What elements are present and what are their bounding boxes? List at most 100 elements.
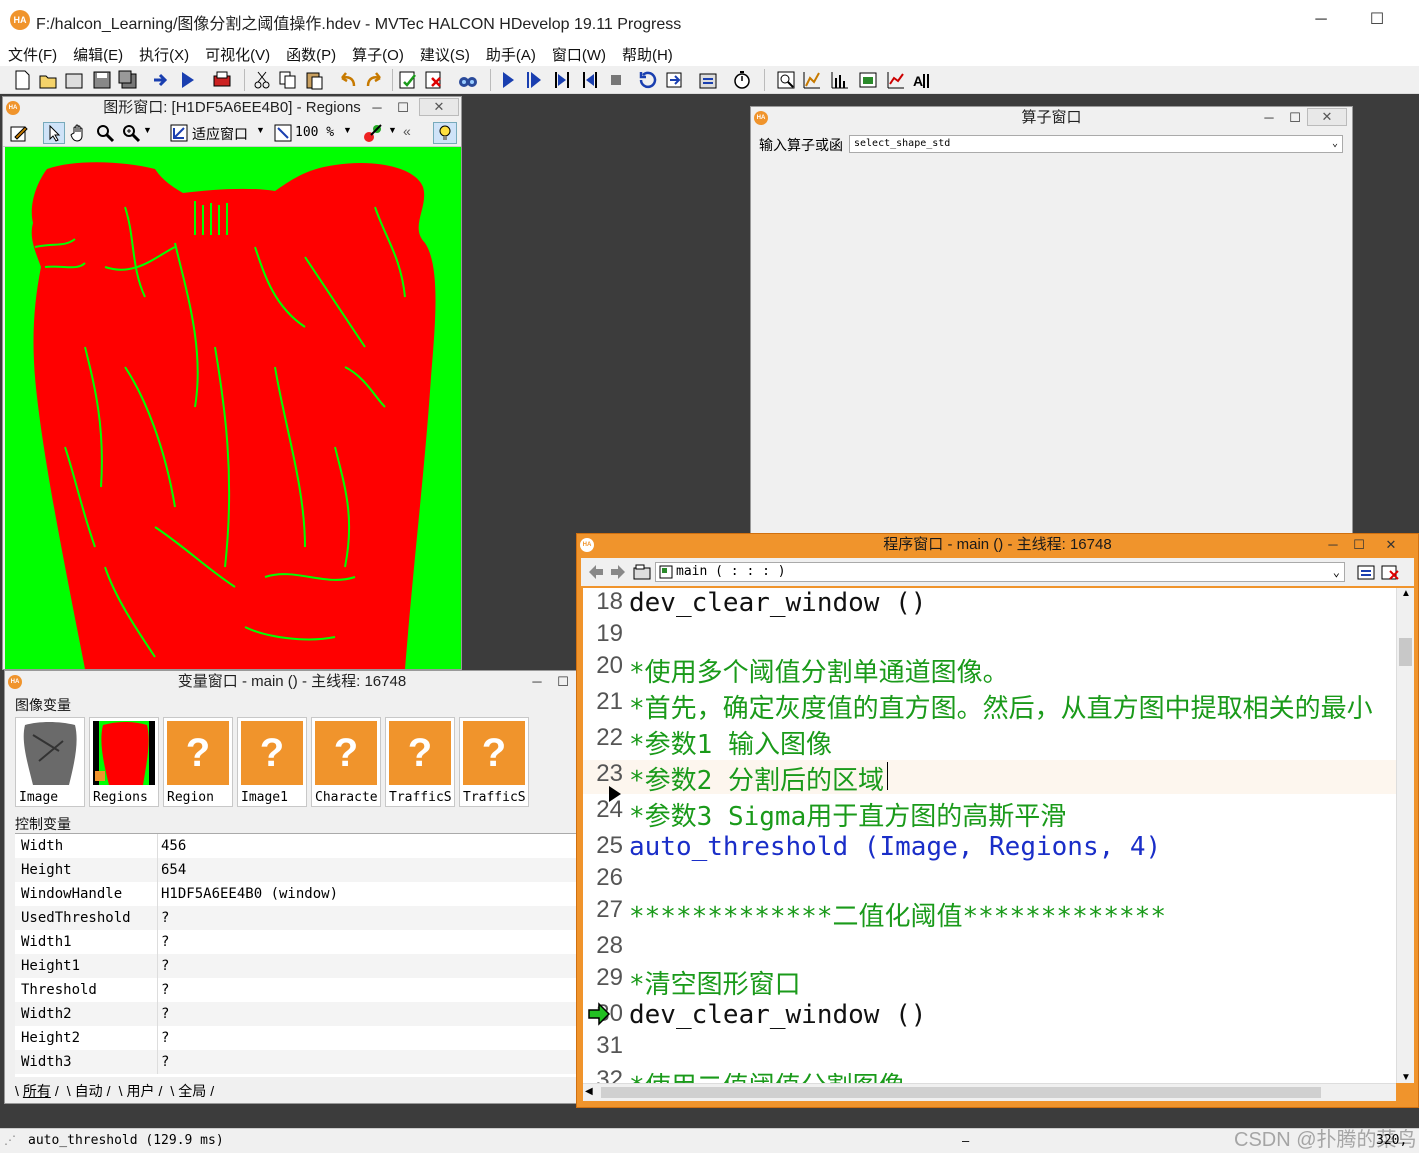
tab-all[interactable]: \ 所有 / [11,1081,63,1099]
save-all-icon[interactable] [118,70,138,90]
code-line[interactable]: 25 auto_threshold (Image, Regions, 4) [583,832,1396,866]
tab-auto[interactable]: \ 自动 / [63,1081,115,1099]
code-line[interactable]: 28 [583,932,1396,966]
edit-icon[interactable] [9,123,29,143]
code-line-current[interactable]: 23 *参数2 分割后的区域 [583,760,1396,796]
delete-procedure-icon[interactable] [1381,563,1399,581]
code-line[interactable]: 32 *使用二值阈值分割图像 [583,1066,1396,1083]
assistant-icon[interactable] [698,70,718,90]
maximize-button[interactable]: ☐ [1362,8,1392,32]
table-row[interactable]: Width 456 [15,834,579,858]
color-settings-icon[interactable] [363,123,385,143]
table-row[interactable]: Threshold? [15,978,579,1002]
close-button[interactable]: ✕ [1307,108,1347,126]
table-row[interactable]: UsedThreshold? [15,906,579,930]
find-icon[interactable] [458,70,478,90]
maximize-button[interactable]: ☐ [1283,107,1307,129]
variable-window-titlebar[interactable]: HA 变量窗口 - main () - 主线程: 16748 ─ ☐ [5,671,579,693]
scroll-up-icon[interactable]: ▲ [1401,588,1411,599]
export-icon[interactable] [178,70,198,90]
fit-window-icon[interactable] [169,123,189,143]
chevron-down-icon[interactable]: ▼ [143,125,152,135]
iconic-variable-characters[interactable]: ? Characte [311,717,381,807]
table-row[interactable]: Width1? [15,930,579,954]
reset-program-icon[interactable] [638,70,658,90]
graphics-canvas[interactable] [5,147,461,669]
iconic-variable-region[interactable]: ? Region [163,717,233,807]
menu-assistants[interactable]: 助手(A) [478,40,544,66]
activate-line-icon[interactable] [398,70,418,90]
import-icon[interactable] [152,70,172,90]
pointer-icon[interactable] [43,122,65,144]
menu-window[interactable]: 窗口(W) [544,40,614,66]
code-line[interactable]: 27 *************二值化阈值************* [583,896,1396,932]
program-code-editor[interactable]: 18 dev_clear_window () 19 20 *使用多个阈值分割单通道图… [583,588,1396,1083]
chevron-down-icon[interactable]: ▼ [343,125,352,135]
scroll-down-icon[interactable]: ▼ [1401,1072,1411,1083]
code-line[interactable]: 26 [583,864,1396,898]
forward-icon[interactable] [609,563,627,581]
maximize-button[interactable]: ☐ [391,97,415,119]
edit-procedure-icon[interactable] [1357,563,1375,581]
table-row[interactable]: Height 654 [15,858,579,882]
menu-file[interactable]: 文件(F) [0,40,65,66]
zoom-value[interactable]: 100 % [295,125,334,140]
lightbulb-icon[interactable] [433,122,457,144]
deactivate-line-icon[interactable] [424,70,444,90]
menu-suggestions[interactable]: 建议(S) [412,40,478,66]
menu-visualize[interactable]: 可视化(V) [197,40,278,66]
print-icon[interactable] [212,70,232,90]
minimize-button[interactable]: ─ [1321,534,1345,556]
table-row[interactable]: Height2? [15,1026,579,1050]
zoom-graphics-icon[interactable] [886,70,906,90]
iconic-variable-image1[interactable]: ? Image1 [237,717,307,807]
procedure-folder-icon[interactable] [633,563,651,581]
code-line[interactable]: 18 dev_clear_window () [583,588,1396,622]
new-file-icon[interactable] [12,70,32,90]
program-window-titlebar[interactable]: HA 程序窗口 - main () - 主线程: 16748 ─ ☐ ✕ [577,534,1418,556]
code-line[interactable]: 31 [583,1032,1396,1066]
line-profile-icon[interactable] [830,70,850,90]
minimize-button[interactable]: ─ [1306,8,1336,32]
menu-operators[interactable]: 算子(O) [344,40,412,66]
menu-edit[interactable]: 编辑(E) [65,40,131,66]
redo-icon[interactable] [364,70,384,90]
save-icon[interactable] [92,70,112,90]
stop-icon[interactable] [606,70,626,90]
code-line[interactable]: 24 *参数3 Sigma用于直方图的高斯平滑 [583,796,1396,832]
procedure-select[interactable]: main ( : : : ) ⌄ [655,562,1345,582]
iconic-variable-regions[interactable]: Regions [89,717,159,807]
fit-window-label[interactable]: 适应窗口 [192,124,248,144]
operator-input-field[interactable]: select_shape_std ⌄ [849,135,1343,153]
tab-user[interactable]: \ 用户 / [115,1081,167,1099]
tab-global[interactable]: \ 全局 / [166,1081,218,1099]
cut-icon[interactable] [252,70,272,90]
zoom-in-icon[interactable] [121,123,141,143]
undo-icon[interactable] [338,70,358,90]
step-into-icon[interactable] [552,70,572,90]
code-line[interactable]: 19 [583,620,1396,654]
code-line-pc[interactable]: 30 dev_clear_window () [583,1000,1396,1034]
horizontal-scrollbar[interactable]: ◀ [583,1083,1396,1101]
minimize-button[interactable]: ─ [1257,107,1281,129]
close-button[interactable]: ✕ [419,98,459,116]
open-file-icon[interactable] [38,70,58,90]
code-line[interactable]: 22 *参数1 输入图像 [583,724,1396,760]
run-icon[interactable] [498,70,518,90]
vertical-scrollbar[interactable]: ▲ ▼ [1396,588,1414,1083]
code-line[interactable]: 29 *清空图形窗口 [583,964,1396,1000]
maximize-button[interactable]: ☐ [551,671,575,693]
iconic-variable-image[interactable]: Image [15,717,85,807]
step-over-icon[interactable] [524,70,544,90]
scroll-left-icon[interactable]: ◀ [585,1086,593,1097]
chevron-down-icon[interactable]: ⌄ [1333,563,1340,581]
chevron-down-icon[interactable]: ▼ [388,125,397,135]
graphics-window-titlebar[interactable]: HA 图形窗口: [H1DF5A6EE4B0] - Regions ─ ☐ ✕ [3,97,461,119]
more-icon[interactable]: « [403,123,411,139]
table-row[interactable]: WindowHandle H1DF5A6EE4B0 (window) [15,882,579,906]
iconic-variable-traffic-sign-2[interactable]: ? TrafficS [459,717,529,807]
maximize-button[interactable]: ☐ [1347,534,1371,556]
table-row[interactable]: Height1? [15,954,579,978]
minimize-button[interactable]: ─ [525,671,549,693]
table-row[interactable]: Width2? [15,1002,579,1026]
